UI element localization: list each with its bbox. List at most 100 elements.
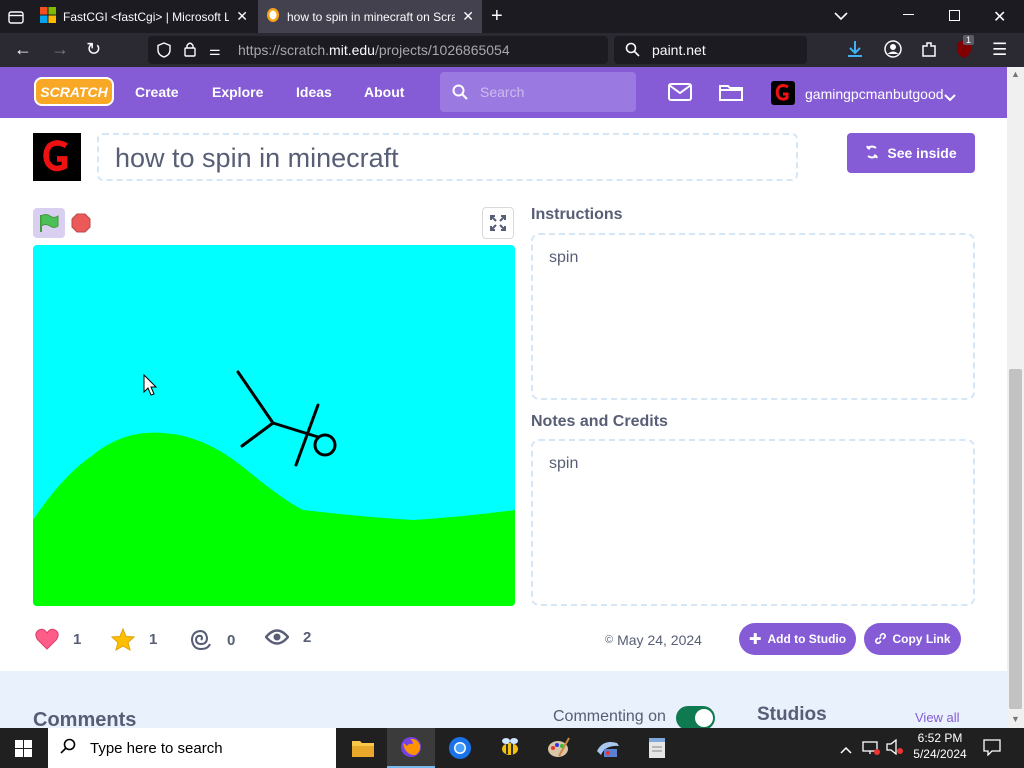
close-tab-icon[interactable]: ✕ xyxy=(462,8,474,25)
scrollbar-thumb[interactable] xyxy=(1009,369,1022,709)
remix-spiral-icon xyxy=(190,629,211,651)
paint-dot-net-icon[interactable] xyxy=(584,728,632,768)
notes-box[interactable]: spin xyxy=(531,439,975,606)
search-text[interactable]: paint.net xyxy=(652,42,706,58)
microsoft-icon xyxy=(40,7,56,26)
notes-title: Notes and Credits xyxy=(531,413,668,430)
extensions-icon[interactable] xyxy=(920,40,938,63)
copy-link-button[interactable]: Copy Link xyxy=(864,623,961,655)
stop-button[interactable] xyxy=(71,213,91,238)
clock-date: 5/24/2024 xyxy=(913,747,967,761)
clock-time: 6:52 PM xyxy=(917,731,963,745)
green-flag-icon xyxy=(40,214,59,232)
copyright-icon: © xyxy=(605,634,614,646)
new-tab-icon[interactable]: + xyxy=(491,5,503,28)
tab-scratch-project[interactable]: how to spin in minecraft on Scra ✕ xyxy=(258,0,482,33)
nav-ideas[interactable]: Ideas xyxy=(296,84,332,100)
firefox-taskbar-icon[interactable] xyxy=(387,728,435,768)
instructions-box[interactable]: spin xyxy=(531,233,975,400)
nav-about[interactable]: About xyxy=(364,84,404,100)
scratch-logo[interactable]: SCRATCH xyxy=(34,77,114,106)
stop-icon xyxy=(71,213,91,233)
tab-fastcgi[interactable]: FastCGI <fastCgi> | Microsoft Le ✕ xyxy=(32,0,256,33)
see-inside-label: See inside xyxy=(887,145,957,161)
paint-palette-icon[interactable] xyxy=(535,728,583,768)
scroll-down-icon[interactable]: ▼ xyxy=(1011,714,1020,724)
browser-search-box[interactable]: paint.net xyxy=(614,36,807,64)
chevron-down-icon[interactable] xyxy=(944,89,956,107)
ublock-extension-icon[interactable]: 1 xyxy=(955,35,975,59)
view-stat: 2 xyxy=(265,628,311,646)
commenting-label: Commenting on xyxy=(553,708,666,725)
restore-icon[interactable] xyxy=(949,10,960,21)
view-all-link[interactable]: View all xyxy=(915,710,960,725)
scroll-up-icon[interactable]: ▲ xyxy=(1011,69,1020,79)
search-placeholder: Search xyxy=(480,84,525,100)
url-text[interactable]: https://scratch.mit.edu/projects/1026865… xyxy=(238,42,510,58)
notifications-icon[interactable] xyxy=(983,739,1001,761)
volume-muted-icon[interactable] xyxy=(886,738,904,760)
app-bee-icon[interactable] xyxy=(486,728,534,768)
project-author-avatar[interactable] xyxy=(33,133,81,181)
chevron-down-icon[interactable] xyxy=(834,8,848,26)
commenting-toggle[interactable] xyxy=(676,706,715,730)
love-count: 1 xyxy=(73,630,82,648)
love-stat[interactable]: 1 xyxy=(35,628,81,650)
windows-start-icon[interactable] xyxy=(15,740,32,762)
account-icon[interactable] xyxy=(884,40,902,63)
close-tab-icon[interactable]: ✕ xyxy=(236,8,248,25)
remix-arrows-icon xyxy=(865,145,879,162)
remix-count: 0 xyxy=(227,631,236,649)
instructions-text: spin xyxy=(549,249,579,266)
tab-title: FastCGI <fastCgi> | Microsoft Le xyxy=(63,9,230,24)
add-to-studio-label: Add to Studio xyxy=(767,632,847,646)
share-date: © May 24, 2024 xyxy=(605,632,702,648)
see-inside-button[interactable]: See inside xyxy=(847,133,975,173)
eye-icon xyxy=(265,629,289,645)
project-stage[interactable] xyxy=(33,245,515,606)
close-window-icon[interactable]: ✕ xyxy=(993,7,1006,27)
reload-icon[interactable]: ↻ xyxy=(86,39,101,60)
tab-list-icon[interactable] xyxy=(6,8,26,26)
permissions-icon[interactable]: ⚌ xyxy=(209,43,221,59)
taskbar-search-placeholder: Type here to search xyxy=(90,739,223,757)
extension-badge: 1 xyxy=(963,35,975,45)
fullscreen-button[interactable] xyxy=(482,207,514,239)
tray-chevron-up-icon[interactable] xyxy=(840,741,852,759)
menu-hamburger-icon[interactable]: ☰ xyxy=(992,40,1007,60)
username[interactable]: gamingpcmanbutgood xyxy=(805,86,944,102)
minimize-icon[interactable] xyxy=(903,14,914,15)
chrome-taskbar-icon[interactable] xyxy=(436,728,484,768)
heart-icon xyxy=(35,628,59,650)
star-icon xyxy=(111,628,135,651)
url-bar[interactable]: ⚌ https://scratch.mit.edu/projects/10268… xyxy=(148,36,608,64)
shield-icon[interactable] xyxy=(157,42,171,63)
taskbar-clock[interactable]: 6:52 PM 5/24/2024 xyxy=(910,731,970,761)
scratch-cat-icon xyxy=(266,7,280,26)
nav-explore[interactable]: Explore xyxy=(212,84,263,100)
scratch-search-input[interactable]: Search xyxy=(440,72,636,112)
user-avatar[interactable] xyxy=(771,81,795,105)
vertical-scrollbar[interactable]: ▲ ▼ xyxy=(1007,67,1024,728)
search-icon xyxy=(625,42,640,62)
messages-envelope-icon[interactable] xyxy=(668,83,692,106)
lock-icon[interactable] xyxy=(184,41,196,62)
link-icon xyxy=(874,632,887,647)
copy-link-label: Copy Link xyxy=(892,632,951,646)
nav-create[interactable]: Create xyxy=(135,84,179,100)
forward-arrow-icon[interactable]: → xyxy=(51,39,69,60)
instructions-title: Instructions xyxy=(531,206,623,223)
green-flag-button[interactable] xyxy=(33,208,65,238)
search-icon xyxy=(60,738,76,758)
network-icon[interactable] xyxy=(862,739,880,760)
project-title-input[interactable]: how to spin in minecraft xyxy=(97,133,798,181)
taskbar-search-box[interactable]: Type here to search xyxy=(48,728,336,768)
browser-tab-strip: FastCGI <fastCgi> | Microsoft Le ✕ how t… xyxy=(0,0,1024,33)
favorite-stat[interactable]: 1 xyxy=(111,628,157,651)
downloads-icon[interactable] xyxy=(847,40,863,63)
back-arrow-icon[interactable]: ← xyxy=(14,39,32,60)
file-explorer-icon[interactable] xyxy=(339,728,387,768)
notepad-icon[interactable] xyxy=(633,728,681,768)
my-stuff-folder-icon[interactable] xyxy=(719,83,743,106)
add-to-studio-button[interactable]: ✚ Add to Studio xyxy=(739,623,856,655)
